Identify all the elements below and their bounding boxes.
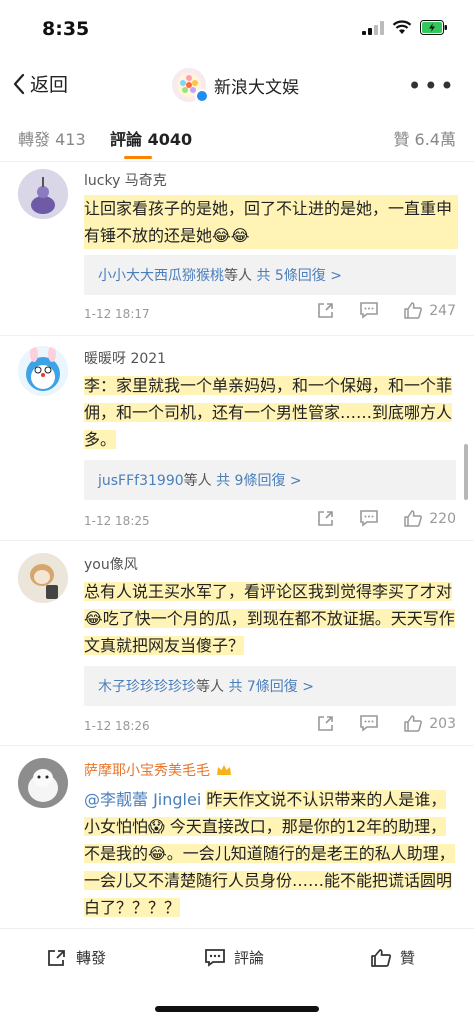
comment-text-content: 李：家里就我一个单亲妈妈，和一个保姆，和一个菲佣，和一个司机，还有一个男性管家…… (84, 376, 453, 449)
comment-label: 評論 (234, 949, 265, 967)
comment-text: 李：家里就我一个单亲妈妈，和一个保姆，和一个菲佣，和一个司机，还有一个男性管家…… (84, 372, 458, 453)
comment-item: 萨摩耶小宝秀美毛毛 @李靓蕾 Jinglei 昨天作文说不认识带来的人是谁，小女… (0, 746, 474, 928)
share-icon (318, 303, 334, 318)
comment-text: 总有人说王买水军了，看评论区我到觉得李买了才对😂吃了快一个月的瓜，到现在都不放证… (84, 578, 458, 659)
user-avatar[interactable] (18, 346, 68, 396)
comment-button[interactable]: 評論 (204, 947, 264, 968)
reply-username: 小小大大西瓜猕猴桃 (98, 268, 224, 284)
verified-badge-icon (195, 89, 209, 103)
comment-text: 让回家看孩子的是她，回了不让进的是她，一直重申有锤不放的还是她😂😂 (84, 195, 458, 249)
like-button[interactable]: 203 (403, 714, 456, 733)
comment-text-content: 总有人说王买水军了，看评论区我到觉得李买了才对😂吃了快一个月的瓜，到现在都不放证… (84, 582, 455, 655)
like-count: 220 (429, 510, 456, 527)
like-button[interactable]: 247 (403, 301, 456, 320)
comment-time: 1-12 18:26 (84, 719, 150, 733)
chevron-left-icon (13, 73, 25, 94)
comment-icon (360, 302, 379, 319)
share-icon (318, 716, 334, 731)
comment-item: you像风 总有人说王买水军了，看评论区我到觉得李买了才对😂吃了快一个月的瓜，到… (0, 541, 474, 746)
like-label: 贊 (400, 949, 416, 967)
comment-time: 1-12 18:17 (84, 307, 150, 321)
repost-button[interactable]: 轉發 (46, 947, 106, 968)
comment-username[interactable]: you像风 (84, 554, 138, 574)
user-avatar[interactable] (18, 758, 68, 808)
reply-count: 共 9條回復 > (216, 473, 302, 489)
reply-username: jusFFf31990 (98, 473, 184, 489)
share-button[interactable] (316, 714, 335, 733)
reply-button[interactable] (359, 301, 379, 320)
reply-username: 木子珍珍珍珍珍 (98, 679, 196, 695)
thumbs-up-icon (371, 948, 392, 967)
reply-suffix: 等人 (224, 268, 252, 284)
comment-time: 1-12 18:25 (84, 514, 150, 528)
scroll-indicator[interactable] (464, 444, 468, 500)
comment-item: lucky 马奇克 让回家看孩子的是她，回了不让进的是她，一直重申有锤不放的还是… (0, 163, 474, 336)
share-icon (318, 511, 334, 526)
user-avatar[interactable] (18, 169, 68, 219)
reply-count: 共 7條回復 > (228, 679, 314, 695)
tab-comment[interactable]: 評論 4040 (110, 126, 192, 150)
comment-item: 暖暖呀 2021 李：家里就我一个单亲妈妈，和一个保姆，和一个菲佣，和一个司机，… (0, 336, 474, 541)
like-count: 247 (429, 302, 456, 319)
comment-icon (205, 948, 225, 967)
comment-username[interactable]: 萨摩耶小宝秀美毛毛 (84, 760, 232, 780)
comment-username[interactable]: 暖暖呀 2021 (84, 348, 166, 368)
page-title: 新浪大文娱 (214, 77, 299, 98)
avatar-image-icon (18, 758, 68, 808)
share-icon (48, 949, 65, 966)
tab-like[interactable]: 贊 6.4萬 (393, 126, 456, 150)
comment-actions: 220 (316, 509, 456, 528)
avatar-image-icon (18, 346, 68, 396)
account-avatar[interactable] (172, 68, 209, 103)
comment-username-text: 萨摩耶小宝秀美毛毛 (84, 763, 210, 779)
reply-count: 共 5條回復 > (256, 268, 342, 284)
replies-summary[interactable]: 木子珍珍珍珍珍等人 共 7條回復 > (84, 666, 456, 706)
reply-suffix: 等人 (196, 679, 224, 695)
thumbs-up-icon (404, 510, 423, 527)
comment-text-content: 昨天作文说不认识带来的人是谁，小女怕怕😱 今天直接改口，那是你的12年的助理，不… (84, 790, 455, 917)
home-indicator (155, 1006, 319, 1012)
back-button[interactable]: 返回 (12, 70, 68, 97)
mention-link[interactable]: @李靓蕾 Jinglei (84, 790, 201, 809)
avatar-image-icon (18, 169, 68, 219)
cellular-signal-icon (362, 20, 384, 35)
comment-actions: 247 (316, 301, 456, 320)
thumbs-up-icon (404, 302, 423, 319)
status-time: 8:35 (42, 18, 90, 40)
reply-button[interactable] (359, 509, 379, 528)
wifi-icon (392, 20, 412, 34)
battery-charging-icon (420, 20, 447, 35)
more-options-icon[interactable]: ••• (408, 72, 456, 100)
avatar-image-icon (18, 553, 68, 603)
account-header[interactable]: 新浪大文娱 (172, 68, 299, 103)
share-button[interactable] (316, 301, 335, 320)
comment-text: @李靓蕾 Jinglei 昨天作文说不认识带来的人是谁，小女怕怕😱 今天直接改口… (84, 786, 458, 921)
tab-repost[interactable]: 轉發 413 (18, 126, 86, 150)
repost-label: 轉發 (76, 949, 107, 967)
like-post-button[interactable]: 贊 (370, 947, 415, 968)
like-button[interactable]: 220 (403, 509, 456, 528)
comment-actions: 203 (316, 714, 456, 733)
replies-summary[interactable]: 小小大大西瓜猕猴桃等人 共 5條回復 > (84, 255, 456, 295)
like-count: 203 (429, 715, 456, 732)
reply-suffix: 等人 (183, 473, 212, 489)
tab-active-underline (124, 156, 152, 159)
share-button[interactable] (316, 509, 335, 528)
back-label: 返回 (30, 74, 69, 96)
comment-icon (360, 715, 379, 732)
reply-button[interactable] (359, 714, 379, 733)
status-bar: 8:35 (0, 0, 474, 58)
nav-bar: 返回 新浪大文娱 ••• (0, 58, 474, 110)
status-icons (362, 20, 448, 35)
tabs-bar: 轉發 413 評論 4040 贊 6.4萬 (0, 110, 474, 162)
crown-badge-icon (217, 765, 232, 775)
comment-icon (360, 510, 379, 527)
thumbs-up-icon (404, 715, 423, 732)
replies-summary[interactable]: jusFFf31990等人 共 9條回復 > (84, 460, 456, 500)
user-avatar[interactable] (18, 553, 68, 603)
comment-username[interactable]: lucky 马奇克 (84, 170, 167, 190)
